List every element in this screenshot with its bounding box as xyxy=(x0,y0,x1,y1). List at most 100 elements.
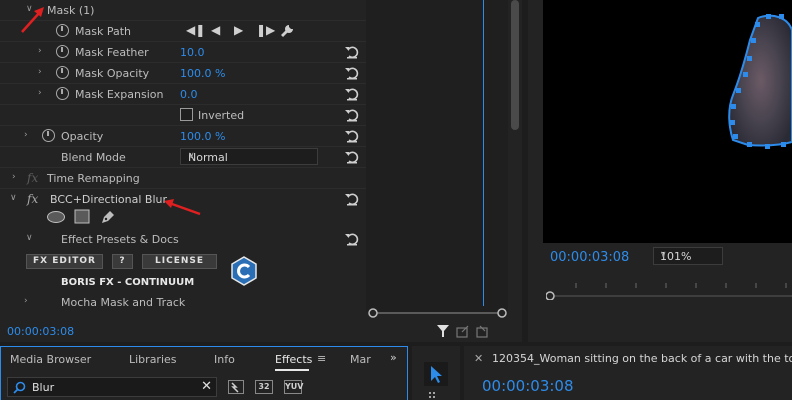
reset-icon[interactable] xyxy=(344,149,360,165)
chevron-down-icon[interactable]: ∨ xyxy=(26,233,33,243)
opacity-label: Opacity xyxy=(61,130,104,143)
active-tab-indicator xyxy=(275,369,309,371)
tab-libraries[interactable]: Libraries xyxy=(129,353,177,366)
chevron-right-icon[interactable]: › xyxy=(38,46,42,56)
timeline-zoom-scrollbar[interactable] xyxy=(366,306,508,320)
chevron-down-icon: ∨ xyxy=(188,151,195,161)
track-forward-one-icon[interactable]: ▶ xyxy=(234,23,243,37)
reset-icon[interactable] xyxy=(344,128,360,144)
inverted-checkbox[interactable] xyxy=(180,108,193,121)
import-icon[interactable] xyxy=(476,324,490,338)
reset-icon[interactable] xyxy=(344,107,360,123)
yuv-filter-badge[interactable]: YUV xyxy=(284,380,303,394)
timeline-timecode[interactable]: 00:00:03:08 xyxy=(482,377,574,395)
effects-panel: Media Browser Libraries Info Effects ≡ M… xyxy=(0,346,408,400)
reset-icon[interactable] xyxy=(344,44,360,60)
program-monitor-panel: 00:00:03:08 101% ∨ xyxy=(528,0,792,342)
mask-expansion-row: › Mask Expansion 0.0 xyxy=(0,84,366,105)
mask-opacity-label: Mask Opacity xyxy=(75,67,150,80)
pen-mask-icon[interactable] xyxy=(100,209,116,225)
playhead[interactable] xyxy=(483,0,484,306)
tab-media-browser[interactable]: Media Browser xyxy=(10,353,91,366)
timeline-panel: ✕ 120354_Woman sitting on the back of a … xyxy=(464,346,792,400)
mask-label: Mask (1) xyxy=(47,4,95,17)
track-backward-icon[interactable]: ◀❚ xyxy=(186,23,205,37)
effect-controls-panel: ∨ Mask (1) Mask Path ◀❚ ◀ ▶ ❚▶ › Mask Fe… xyxy=(0,0,522,342)
reset-icon[interactable] xyxy=(344,231,360,247)
export-icon[interactable] xyxy=(456,324,470,338)
inverted-row: Inverted xyxy=(0,105,366,126)
track-backward-one-icon[interactable]: ◀ xyxy=(211,23,220,37)
vertical-scrollbar[interactable] xyxy=(508,0,522,312)
reset-icon[interactable] xyxy=(344,191,360,207)
blend-mode-row: Blend Mode Normal ∨ xyxy=(0,147,366,168)
effects-search-input[interactable] xyxy=(32,380,192,395)
time-remapping-row[interactable]: › fx Time Remapping xyxy=(0,168,366,189)
selection-tool-icon[interactable] xyxy=(424,362,448,386)
wrench-icon[interactable] xyxy=(280,24,294,38)
mask-feather-row: › Mask Feather 10.0 xyxy=(0,42,366,63)
effects-search-box[interactable]: ✕ xyxy=(7,377,217,397)
overflow-tabs-icon[interactable]: » xyxy=(390,351,397,364)
chevron-right-icon[interactable]: › xyxy=(38,88,42,98)
effect-controls-timeline[interactable] xyxy=(366,0,508,312)
mask-overlay[interactable] xyxy=(543,0,792,243)
time-remapping-label: Time Remapping xyxy=(47,172,140,185)
mask-feather-value[interactable]: 10.0 xyxy=(180,46,205,59)
effect-controls-timecode[interactable]: 00:00:03:08 xyxy=(7,325,74,338)
ellipse-mask-icon[interactable] xyxy=(46,210,66,224)
mask-row[interactable]: ∨ Mask (1) xyxy=(0,0,366,21)
filter-icon[interactable] xyxy=(436,324,450,338)
mocha-row[interactable]: › Mocha Mask and Track xyxy=(0,292,366,312)
program-time-ruler[interactable] xyxy=(546,280,792,300)
effect-presets-row[interactable]: ∨ Effect Presets & Docs xyxy=(0,229,366,250)
sequence-tab-title[interactable]: 120354_Woman sitting on the back of a ca… xyxy=(492,352,792,365)
chevron-right-icon[interactable]: › xyxy=(24,296,28,306)
32-bit-filter-badge[interactable]: 32 xyxy=(255,380,273,394)
fx-icon[interactable]: fx xyxy=(27,192,38,206)
inverted-label: Inverted xyxy=(198,109,245,122)
chevron-down-icon[interactable]: ∨ xyxy=(10,193,17,203)
mask-expansion-value[interactable]: 0.0 xyxy=(180,88,198,101)
stopwatch-icon[interactable] xyxy=(42,129,55,142)
mask-path-label: Mask Path xyxy=(75,25,131,38)
tab-info[interactable]: Info xyxy=(214,353,235,366)
tab-effects[interactable]: Effects xyxy=(275,353,312,366)
search-icon xyxy=(13,381,26,394)
chevron-right-icon[interactable]: › xyxy=(24,130,28,140)
fx-editor-button[interactable]: FX EDITOR xyxy=(26,254,103,269)
track-forward-icon[interactable]: ❚▶ xyxy=(256,23,275,37)
mocha-label: Mocha Mask and Track xyxy=(61,296,186,309)
mask-opacity-value[interactable]: 100.0 % xyxy=(180,67,225,80)
mask-expansion-label: Mask Expansion xyxy=(75,88,164,101)
close-sequence-icon[interactable]: ✕ xyxy=(474,352,483,365)
tab-markers[interactable]: Mar xyxy=(350,353,371,366)
mask-path-row: Mask Path ◀❚ ◀ ▶ ❚▶ xyxy=(0,21,366,42)
zoom-level-select[interactable]: 101% ∨ xyxy=(653,247,723,265)
rectangle-mask-icon[interactable] xyxy=(74,209,90,224)
tools-panel xyxy=(412,346,460,400)
chevron-right-icon[interactable]: › xyxy=(12,172,16,182)
scrollbar-thumb[interactable] xyxy=(511,0,519,130)
opacity-value[interactable]: 100.0 % xyxy=(180,130,225,143)
bcc-effect-label: BCC+Directional Blur xyxy=(50,193,168,206)
blend-mode-select[interactable]: Normal ∨ xyxy=(180,148,318,165)
stopwatch-icon[interactable] xyxy=(56,66,69,79)
program-timecode[interactable]: 00:00:03:08 xyxy=(550,250,629,265)
stopwatch-icon[interactable] xyxy=(56,24,69,37)
stopwatch-icon[interactable] xyxy=(56,45,69,58)
panel-menu-icon[interactable]: ≡ xyxy=(317,352,326,365)
chevron-right-icon[interactable]: › xyxy=(38,67,42,77)
reset-icon[interactable] xyxy=(344,86,360,102)
video-preview[interactable] xyxy=(543,0,792,243)
accelerated-effects-icon[interactable] xyxy=(228,380,244,394)
stopwatch-icon[interactable] xyxy=(56,87,69,100)
help-button[interactable]: ? xyxy=(112,254,133,269)
chevron-down-icon: ∨ xyxy=(660,250,667,260)
license-button[interactable]: LICENSE xyxy=(142,254,217,269)
reset-icon[interactable] xyxy=(344,65,360,81)
annotation-arrow-icon xyxy=(21,7,44,33)
clear-search-icon[interactable]: ✕ xyxy=(201,379,212,394)
track-select-tool-icon[interactable] xyxy=(426,392,446,400)
mask-feather-label: Mask Feather xyxy=(75,46,149,59)
